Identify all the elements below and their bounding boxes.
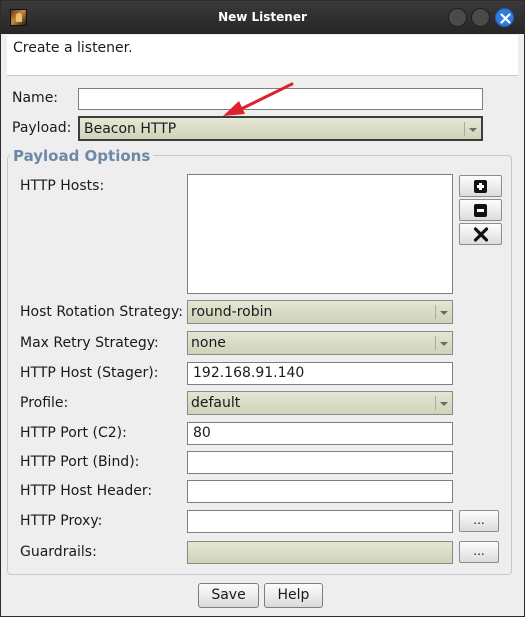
close-icon [500, 13, 511, 24]
payload-value: Beacon HTTP [84, 121, 177, 137]
help-button[interactable]: Help [264, 583, 323, 608]
close-button[interactable] [495, 8, 514, 27]
host-header-label: HTTP Host Header: [20, 483, 153, 499]
profile-select[interactable]: default [187, 391, 453, 415]
x-icon [473, 227, 489, 242]
proxy-input[interactable] [187, 510, 453, 533]
remove-host-button[interactable] [459, 199, 502, 221]
proxy-browse-button[interactable]: ... [459, 510, 499, 532]
port-bind-label: HTTP Port (Bind): [20, 454, 140, 470]
title-bar[interactable]: New Listener [1, 1, 524, 34]
chevron-down-icon [435, 305, 449, 319]
payload-options-title: Payload Options [10, 147, 154, 165]
profile-label: Profile: [20, 395, 69, 411]
port-c2-input[interactable]: 80 [187, 422, 453, 445]
window-title: New Listener [218, 10, 307, 24]
description-panel: Create a listener. [7, 35, 518, 76]
new-listener-window: New Listener Create a listener. Name: Pa… [0, 0, 525, 617]
chevron-down-icon [435, 396, 449, 410]
host-header-input[interactable] [187, 480, 453, 503]
plus-icon [474, 180, 487, 193]
name-label: Name: [12, 90, 59, 106]
port-bind-input[interactable] [187, 451, 453, 474]
host-rotation-value: round-robin [191, 304, 273, 320]
guardrails-browse-button[interactable]: ... [459, 541, 499, 563]
http-hosts-label: HTTP Hosts: [20, 178, 105, 194]
max-retry-value: none [191, 335, 226, 351]
max-retry-select[interactable]: none [187, 331, 453, 355]
red-arrow-icon [223, 82, 294, 116]
minus-icon [474, 204, 487, 217]
profile-value: default [191, 395, 241, 411]
maximize-button[interactable] [471, 8, 490, 27]
add-host-button[interactable] [459, 175, 502, 197]
guardrails-field[interactable] [187, 541, 453, 564]
host-rotation-label: Host Rotation Strategy: [20, 304, 184, 320]
chevron-down-icon [435, 336, 449, 350]
minimize-button[interactable] [448, 8, 467, 27]
guardrails-label: Guardrails: [20, 544, 97, 560]
chevron-down-icon [464, 122, 478, 136]
proxy-label: HTTP Proxy: [20, 513, 103, 529]
save-button[interactable]: Save [198, 583, 259, 608]
host-stager-label: HTTP Host (Stager): [20, 365, 159, 381]
port-c2-label: HTTP Port (C2): [20, 425, 127, 441]
host-rotation-select[interactable]: round-robin [187, 300, 453, 324]
payload-label: Payload: [12, 120, 72, 136]
host-stager-input[interactable]: 192.168.91.140 [187, 362, 453, 385]
http-hosts-list[interactable] [187, 174, 453, 294]
description-text: Create a listener. [13, 40, 133, 56]
max-retry-label: Max Retry Strategy: [20, 335, 159, 351]
clear-hosts-button[interactable] [459, 223, 502, 245]
